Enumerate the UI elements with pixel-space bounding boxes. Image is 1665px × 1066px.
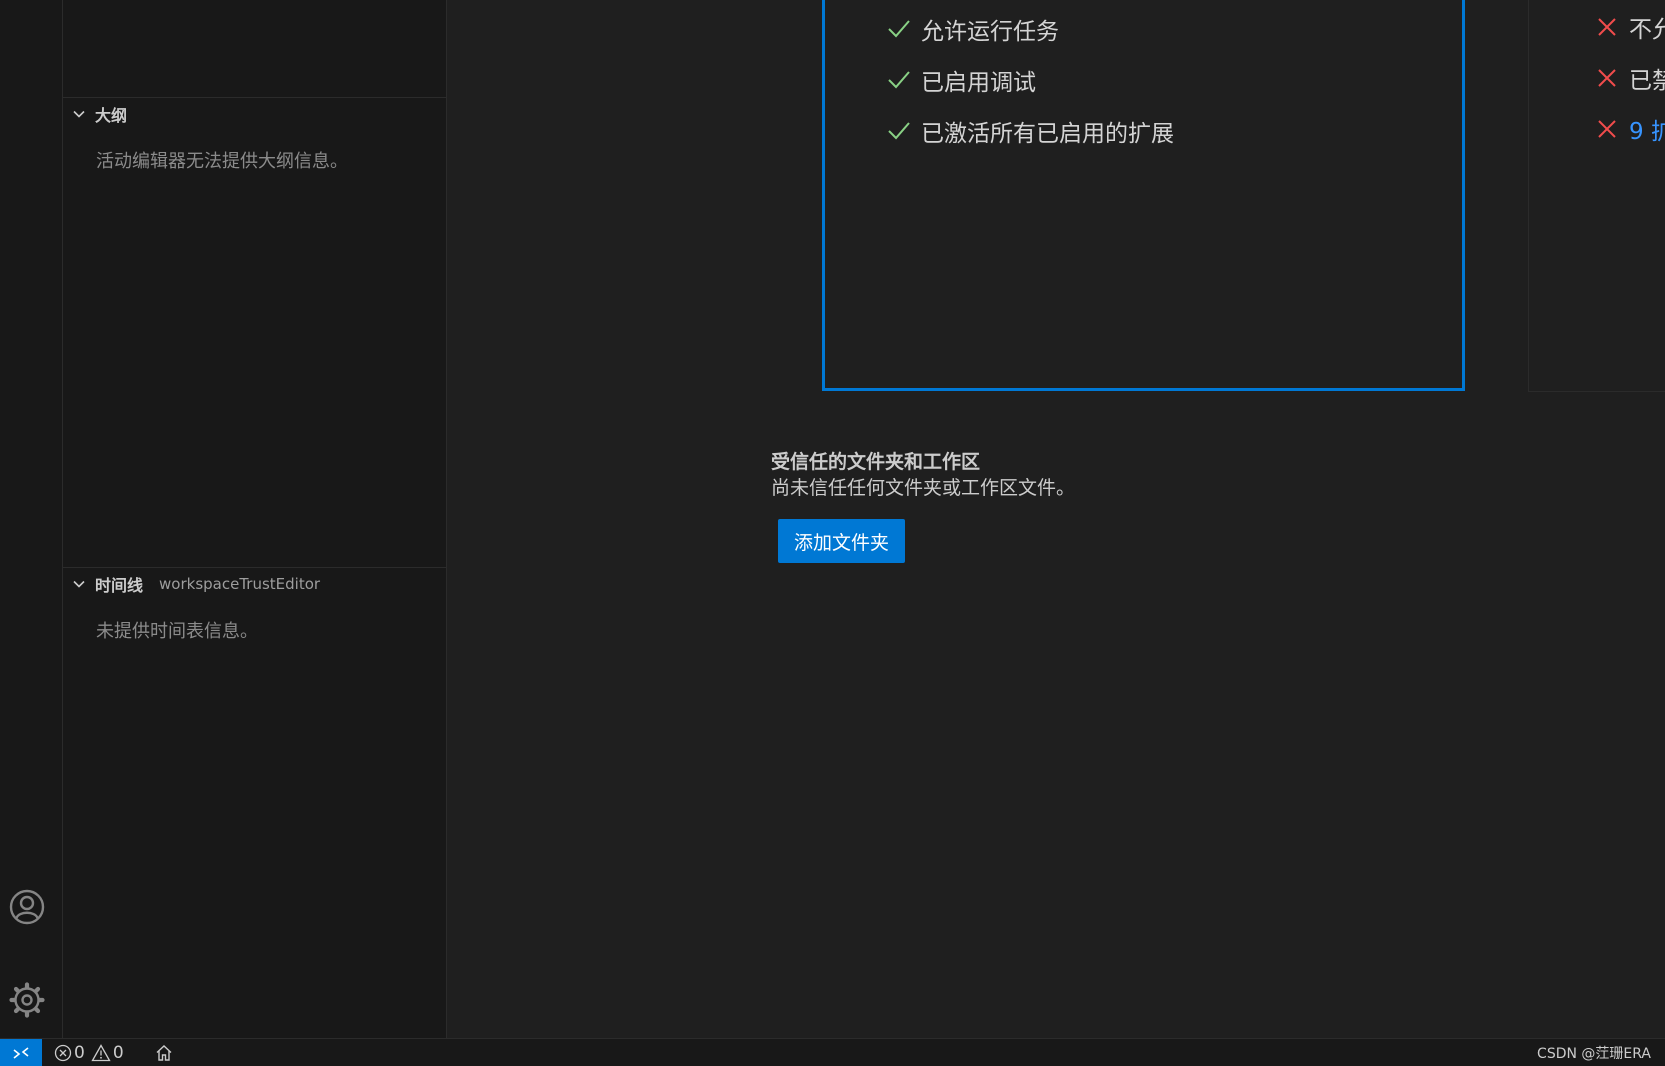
watermark: CSDN @茳珊ERA bbox=[1537, 1045, 1651, 1062]
extensions-link[interactable]: 9 扩 bbox=[1629, 112, 1665, 146]
feature-label: 已激活所有已启用的扩展 bbox=[921, 121, 1174, 147]
check-icon bbox=[885, 117, 913, 145]
feature-item: 已激活所有已启用的扩展 bbox=[885, 111, 1174, 151]
cross-icon bbox=[1593, 13, 1621, 41]
cross-icon bbox=[1593, 64, 1621, 92]
timeline-panel-header[interactable]: 时间线 workspaceTrustEditor bbox=[63, 568, 446, 600]
add-folder-button[interactable]: 添加文件夹 bbox=[778, 519, 906, 563]
home-icon[interactable] bbox=[152, 1039, 176, 1066]
chevron-down-icon bbox=[71, 106, 87, 122]
timeline-empty-message: 未提供时间表信息。 bbox=[96, 621, 258, 642]
remote-indicator-button[interactable] bbox=[0, 1039, 42, 1066]
warning-icon bbox=[91, 1043, 111, 1061]
activity-bar bbox=[0, 0, 63, 1038]
trusted-mode-card[interactable]: 允许运行任务 已启用调试 已激活所有已启用的扩展 bbox=[822, 0, 1465, 391]
timeline-panel-description: workspaceTrustEditor bbox=[159, 575, 321, 593]
feature-item[interactable]: 9 扩 bbox=[1593, 109, 1665, 149]
feature-label: 已禁 bbox=[1629, 68, 1665, 94]
workspace-trust-editor: 允许运行任务 已启用调试 已激活所有已启用的扩展 不允 已禁 9 扩 受信任的文… bbox=[447, 0, 1665, 1038]
timeline-panel-title: 时间线 bbox=[95, 576, 144, 595]
cross-icon bbox=[1593, 115, 1621, 143]
remote-icon bbox=[13, 1046, 29, 1059]
feature-item: 不允 bbox=[1593, 7, 1665, 47]
feature-label: 已启用调试 bbox=[921, 70, 1036, 96]
error-count: 0 bbox=[74, 1042, 85, 1063]
feature-label: 不允 bbox=[1629, 17, 1665, 43]
outline-panel-title: 大纲 bbox=[95, 106, 128, 125]
outline-empty-message: 活动编辑器无法提供大纲信息。 bbox=[96, 151, 348, 172]
status-bar: 0 0 CSDN @茳珊ERA bbox=[0, 1038, 1665, 1066]
feature-item: 已禁 bbox=[1593, 58, 1665, 98]
gear-icon[interactable] bbox=[7, 980, 47, 1020]
trusted-folders-section: 受信任的文件夹和工作区 尚未信任任何文件夹或工作区文件。 添加文件夹 bbox=[771, 449, 1076, 563]
sidebar: 大纲 活动编辑器无法提供大纲信息。 时间线 workspaceTrustEdit… bbox=[63, 0, 447, 1038]
check-icon bbox=[885, 66, 913, 94]
outline-panel-header[interactable]: 大纲 bbox=[63, 98, 446, 130]
feature-label: 允许运行任务 bbox=[921, 19, 1059, 45]
trusted-folders-title: 受信任的文件夹和工作区 bbox=[771, 451, 981, 473]
feature-item: 已启用调试 bbox=[885, 60, 1036, 100]
problems-indicator[interactable]: 0 0 bbox=[54, 1039, 126, 1066]
restricted-mode-card[interactable]: 不允 已禁 9 扩 bbox=[1528, 0, 1665, 392]
chevron-down-icon bbox=[71, 576, 87, 592]
warning-count: 0 bbox=[112, 1042, 124, 1063]
account-icon[interactable] bbox=[7, 887, 47, 927]
feature-item: 允许运行任务 bbox=[885, 9, 1059, 49]
error-icon bbox=[54, 1044, 72, 1061]
check-icon bbox=[885, 15, 913, 43]
trusted-folders-description: 尚未信任任何文件夹或工作区文件。 bbox=[771, 477, 1076, 499]
